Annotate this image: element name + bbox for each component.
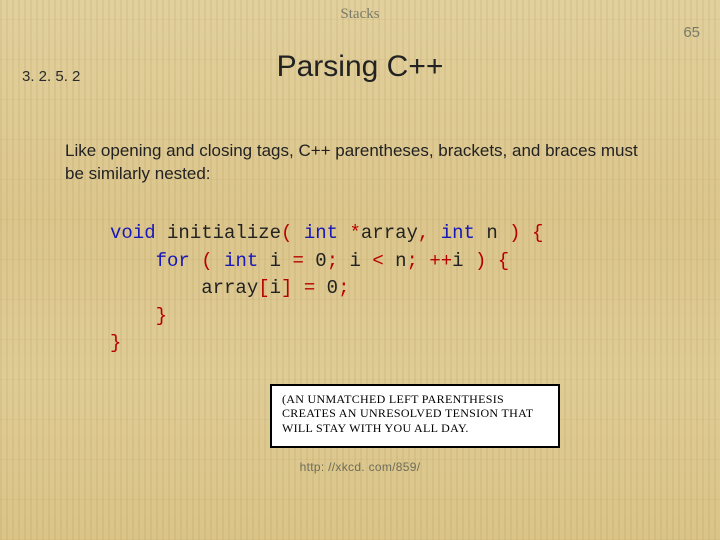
- rparen2-icon: ): [475, 250, 486, 272]
- comic-text: (An unmatched left parenthesis creates a…: [282, 392, 533, 435]
- ident-initialize: initialize: [167, 222, 281, 244]
- lbracket-icon: [: [258, 277, 269, 299]
- kw-for: for: [156, 250, 190, 272]
- kw-void: void: [110, 222, 156, 244]
- pp-op: ++: [429, 250, 452, 272]
- semi3-op: ;: [338, 277, 349, 299]
- lparen-icon: (: [281, 222, 292, 244]
- rbrace-icon: }: [110, 332, 121, 354]
- ident-array2: array: [201, 277, 258, 299]
- eq2-op: =: [304, 277, 315, 299]
- lbrace-icon: {: [532, 222, 543, 244]
- star-op: *: [349, 222, 360, 244]
- rbrace2-icon: }: [156, 305, 167, 327]
- ident-i2: i: [350, 250, 361, 272]
- lit-zero2: 0: [327, 277, 338, 299]
- citation-link: http: //xkcd. com/859/: [0, 460, 720, 474]
- lt-op: <: [372, 250, 383, 272]
- eq-op: =: [292, 250, 303, 272]
- page-number: 65: [683, 24, 700, 41]
- body-paragraph: Like opening and closing tags, C++ paren…: [65, 140, 655, 186]
- comic-panel: (An unmatched left parenthesis creates a…: [270, 384, 560, 448]
- kw-int-2: int: [441, 222, 475, 244]
- ident-n: n: [486, 222, 497, 244]
- lbrace2-icon: {: [498, 250, 509, 272]
- semi2-op: ;: [407, 250, 418, 272]
- lit-zero: 0: [315, 250, 326, 272]
- slide-title: Parsing C++: [0, 50, 720, 84]
- comma-op: ,: [418, 222, 429, 244]
- rbracket-icon: ]: [281, 277, 292, 299]
- header-topic: Stacks: [0, 6, 720, 23]
- ident-n2: n: [395, 250, 406, 272]
- ident-array: array: [361, 222, 418, 244]
- ident-i3: i: [452, 250, 463, 272]
- ident-i: i: [270, 250, 281, 272]
- rparen-icon: ): [509, 222, 520, 244]
- kw-int-3: int: [224, 250, 258, 272]
- ident-i4: i: [270, 277, 281, 299]
- kw-int: int: [304, 222, 338, 244]
- semi-op: ;: [327, 250, 338, 272]
- code-block: void initialize( int *array, int n ) { f…: [110, 220, 543, 358]
- lparen2-icon: (: [201, 250, 212, 272]
- slide: Stacks 65 3. 2. 5. 2 Parsing C++ Like op…: [0, 0, 720, 540]
